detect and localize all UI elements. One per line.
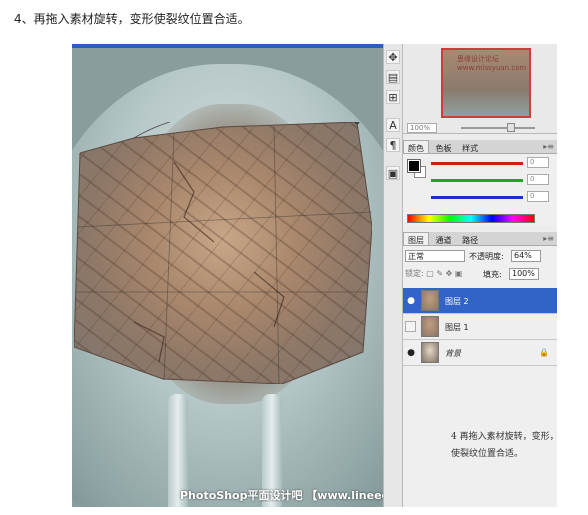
layer-row[interactable]: 图层 1: [403, 314, 557, 340]
blue-channel-value[interactable]: 0: [527, 191, 549, 202]
visibility-toggle-off[interactable]: [405, 321, 416, 332]
move-tool-icon[interactable]: ✥: [386, 50, 400, 64]
fill-label: 填充:: [483, 270, 502, 279]
blue-channel-slider[interactable]: [431, 196, 523, 199]
right-panels: 思缘设计论坛 www.missyuan.com 100% 颜色 色板 样式 ▸≡…: [403, 44, 557, 507]
navigator-zoom-field[interactable]: 100%: [407, 123, 437, 133]
opacity-field[interactable]: 64%: [511, 250, 541, 262]
panel-tool-strip: ✥ ▤ ⊞ A ¶ ▣: [383, 44, 403, 507]
tab-channels[interactable]: 通道: [432, 233, 456, 246]
layers-panel: 正常 不透明度: 64% 锁定: ▢ ✎ ✥ ▣ 填充: 100% ● 图层 2…: [403, 246, 557, 507]
history-icon[interactable]: ▤: [386, 70, 400, 84]
eye-icon[interactable]: ●: [405, 295, 417, 307]
panel-menu-icon[interactable]: ▸≡: [543, 142, 554, 151]
tab-swatches[interactable]: 色板: [432, 141, 456, 154]
green-channel-value[interactable]: 0: [527, 174, 549, 185]
foreground-color-swatch[interactable]: [407, 159, 421, 173]
document-canvas[interactable]: PhotoShop平面设计吧 【www.lineeg.com/tieba/178…: [72, 44, 383, 507]
layer-thumbnail: [421, 316, 439, 337]
navigator-zoom-slider[interactable]: [461, 127, 535, 129]
eye-icon[interactable]: ●: [405, 347, 417, 359]
transform-icon[interactable]: ⊞: [386, 90, 400, 104]
layer-row[interactable]: ● 图层 2: [403, 288, 557, 314]
layer-thumbnail: [421, 290, 439, 311]
watermark-text: PhotoShop平面设计吧 【www.lineeg.com/tieba/178…: [180, 489, 383, 502]
layers-panel-tabs: 图层 通道 路径 ▸≡: [403, 232, 557, 246]
tab-styles[interactable]: 样式: [458, 141, 482, 154]
red-channel-value[interactable]: 0: [527, 157, 549, 168]
layer-name: 图层 1: [445, 323, 469, 332]
opacity-label: 不透明度:: [469, 252, 504, 261]
navigator-site-text: 思缘设计论坛 www.missyuan.com: [457, 55, 527, 72]
tab-layers[interactable]: 图层: [403, 232, 429, 245]
step-note: 4 再拖入素材旋转，变形，使裂纹位置合适。: [451, 432, 557, 459]
color-panel: 0 0 0: [403, 154, 557, 226]
blend-row: 正常 不透明度: 64%: [405, 250, 555, 263]
layer-row[interactable]: ● 背景 🔒: [403, 340, 557, 366]
blend-mode-select[interactable]: 正常: [405, 250, 465, 262]
color-spectrum-bar[interactable]: [407, 214, 535, 223]
layer-thumbnail: [421, 342, 439, 363]
tab-paths[interactable]: 路径: [458, 233, 482, 246]
paragraph-icon[interactable]: ¶: [386, 138, 400, 152]
crack-texture-layer[interactable]: [74, 122, 372, 384]
canvas-titlebar: [72, 44, 383, 48]
navigator-preview[interactable]: 思缘设计论坛 www.missyuan.com: [441, 48, 531, 118]
green-channel-slider[interactable]: [431, 179, 523, 182]
character-icon[interactable]: A: [386, 118, 400, 132]
lock-icons[interactable]: ▢ ✎ ✥ ▣: [426, 269, 462, 278]
navigator-panel: 思缘设计论坛 www.missyuan.com 100%: [403, 44, 557, 134]
fill-field[interactable]: 100%: [509, 268, 539, 280]
layers-panel-menu-icon[interactable]: ▸≡: [543, 234, 554, 243]
lock-label: 锁定:: [405, 269, 424, 278]
photoshop-screenshot: PhotoShop平面设计吧 【www.lineeg.com/tieba/178…: [72, 44, 557, 507]
tab-color[interactable]: 颜色: [403, 140, 429, 153]
layer-comps-icon[interactable]: ▣: [386, 166, 400, 180]
step-heading: 4、再拖入素材旋转，变形使裂纹位置合适。: [14, 12, 250, 26]
red-channel-slider[interactable]: [431, 162, 523, 165]
lock-icon: 🔒: [539, 348, 549, 357]
color-panel-tabs: 颜色 色板 样式 ▸≡: [403, 140, 557, 154]
navigator-zoom-knob[interactable]: [507, 123, 515, 132]
lock-row: 锁定: ▢ ✎ ✥ ▣ 填充: 100%: [405, 268, 555, 280]
layer-name: 图层 2: [445, 297, 469, 306]
layer-name: 背景: [445, 349, 461, 358]
